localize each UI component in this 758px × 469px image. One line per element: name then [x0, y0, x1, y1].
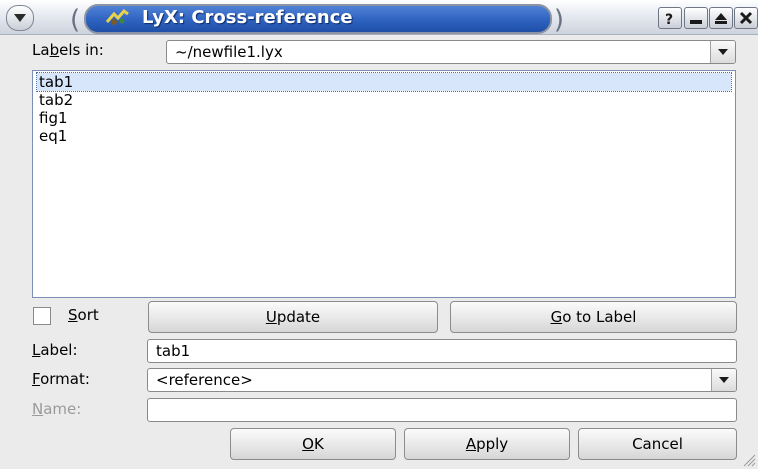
title-bracket-left: (	[70, 5, 81, 35]
title-bracket-right: )	[553, 5, 564, 35]
label-field-value: tab1	[156, 342, 191, 360]
sort-label[interactable]: Sort	[68, 306, 99, 324]
labels-list[interactable]: tab1 tab2 fig1 eq1	[32, 70, 736, 298]
format-dropdown-button[interactable]	[711, 369, 736, 391]
go-to-label-button[interactable]: Go to Label	[450, 301, 737, 333]
minimize-button[interactable]	[684, 7, 708, 29]
labels-in-label: Labels in:	[32, 41, 104, 59]
help-button[interactable]: ?	[658, 7, 682, 29]
update-button[interactable]: Update	[148, 301, 438, 333]
resize-grip-icon[interactable]	[740, 451, 756, 467]
label-field[interactable]: tab1	[147, 339, 737, 363]
minimize-icon	[690, 20, 702, 24]
label-field-label: Label:	[32, 341, 78, 359]
list-item[interactable]: tab1	[36, 72, 732, 92]
apply-button[interactable]: Apply	[404, 428, 570, 460]
labels-in-dropdown-button[interactable]	[710, 41, 735, 63]
maximize-icon	[715, 13, 727, 24]
labels-in-value: ~/newfile1.lyx	[175, 43, 283, 61]
cross-reference-dialog: ( LyX: Cross-reference ) ? Labels in: ~/…	[0, 0, 758, 469]
list-item[interactable]: tab2	[37, 91, 73, 109]
format-label: Format:	[32, 370, 90, 388]
title-pill: ( LyX: Cross-reference )	[70, 4, 564, 35]
name-label: Name:	[32, 400, 82, 418]
maximize-button[interactable]	[709, 7, 733, 29]
chevron-down-icon	[719, 377, 729, 383]
list-item[interactable]: eq1	[37, 127, 67, 145]
title-bar[interactable]: ( LyX: Cross-reference ) ?	[0, 0, 758, 35]
chevron-down-icon	[14, 14, 26, 22]
format-combo[interactable]: <reference>	[147, 368, 737, 392]
list-item[interactable]: fig1	[37, 109, 68, 127]
chevron-down-icon	[718, 49, 728, 55]
close-button[interactable]	[734, 7, 758, 29]
format-value: <reference>	[156, 371, 253, 389]
lyx-app-icon	[105, 8, 129, 25]
window-title: LyX: Cross-reference	[142, 7, 353, 28]
cancel-button[interactable]: Cancel	[578, 428, 737, 460]
close-icon	[739, 11, 753, 25]
help-icon: ?	[665, 12, 673, 26]
labels-in-combo[interactable]: ~/newfile1.lyx	[166, 40, 736, 64]
ok-button[interactable]: OK	[230, 428, 396, 460]
window-menu-button[interactable]	[6, 5, 34, 31]
name-field	[147, 398, 737, 422]
svg-text:?: ?	[665, 12, 673, 26]
sort-checkbox[interactable]	[33, 307, 51, 325]
